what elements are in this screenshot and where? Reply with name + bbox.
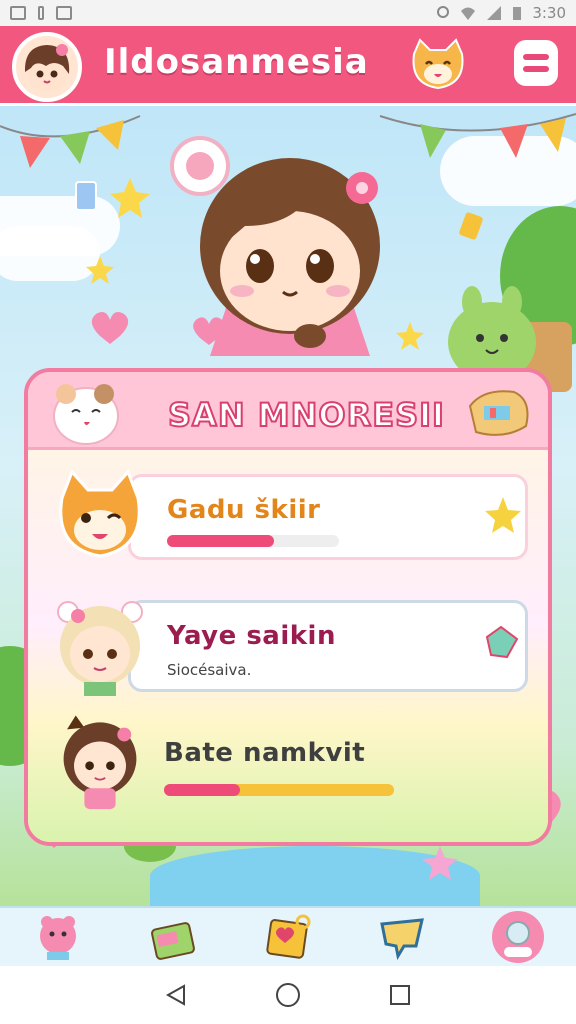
- list-item[interactable]: Gadu škiir: [128, 474, 528, 560]
- panel-header: SAN MNORESII: [28, 372, 548, 450]
- nav-map[interactable]: [260, 909, 316, 965]
- status-time: 3:30: [532, 4, 566, 22]
- panel-title: SAN MNORESII: [167, 395, 445, 435]
- wifi-icon: [461, 7, 476, 20]
- nav-gift[interactable]: [145, 909, 201, 965]
- quest-panel: SAN MNORESII Gadu škiir Yaye saikin Sioc…: [24, 368, 552, 846]
- girl-avatar-icon[interactable]: [12, 32, 82, 102]
- signal-icon: [487, 6, 502, 20]
- menu-icon[interactable]: [514, 40, 558, 86]
- alert-icon: [38, 6, 44, 20]
- recents-icon[interactable]: [388, 983, 412, 1007]
- list-item[interactable]: Bate namkvit: [128, 722, 518, 814]
- progress-fill: [164, 784, 240, 796]
- bottom-nav: [0, 906, 576, 966]
- star-icon[interactable]: [483, 495, 523, 535]
- card-subtitle: Siocésaiva.: [167, 661, 252, 679]
- chat-bubble-icon: [380, 918, 425, 961]
- cat-face-icon[interactable]: [408, 38, 468, 92]
- pink-pet-icon: [39, 916, 76, 960]
- system-nav-bar: [0, 966, 576, 1024]
- main-character: [170, 136, 380, 356]
- card-title: Yaye saikin: [167, 621, 336, 651]
- notification-icon: [10, 6, 26, 20]
- status-bar: 3:30: [0, 0, 576, 26]
- app-header: Ildosanmesia: [0, 26, 576, 106]
- list-item[interactable]: Yaye saikin Siocésaiva.: [128, 600, 528, 692]
- treasure-map-icon[interactable]: [464, 386, 534, 442]
- app-title: Ildosanmesia: [104, 42, 369, 82]
- profile-icon: [492, 911, 545, 963]
- nav-pet[interactable]: [30, 909, 86, 965]
- battery-icon: [513, 7, 522, 20]
- mail-icon: [56, 6, 72, 20]
- tag-icon[interactable]: [483, 625, 519, 661]
- progress-fill: [167, 535, 274, 547]
- progress-bar: [167, 535, 339, 547]
- card-title: Gadu škiir: [167, 495, 321, 525]
- back-icon[interactable]: [164, 983, 188, 1007]
- blonde-girl-avatar: [57, 601, 143, 696]
- nav-chat[interactable]: [375, 909, 431, 965]
- card-title: Bate namkvit: [164, 738, 366, 768]
- progress-bar: [164, 784, 394, 796]
- map-card-icon: [266, 914, 311, 959]
- gift-box-icon: [150, 922, 195, 960]
- home-icon[interactable]: [275, 982, 301, 1008]
- orange-cat-avatar: [59, 469, 141, 558]
- location-icon: [437, 6, 450, 18]
- nav-profile[interactable]: [490, 909, 546, 965]
- brunette-girl-avatar: [63, 715, 137, 810]
